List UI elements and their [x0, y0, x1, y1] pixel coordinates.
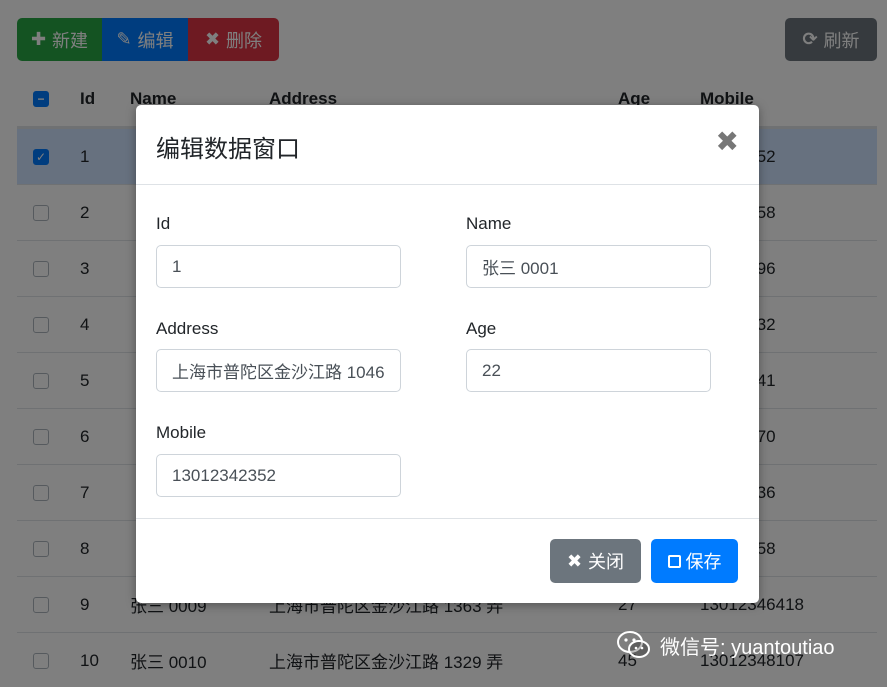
mobile-input[interactable]	[156, 454, 401, 497]
close-icon[interactable]: ✖	[716, 125, 739, 158]
age-input[interactable]	[466, 349, 711, 392]
name-input[interactable]	[466, 245, 711, 288]
floppy-icon	[667, 554, 681, 568]
save-button-label: 保存	[685, 552, 722, 572]
close-button[interactable]: ✖ 关闭	[550, 539, 641, 583]
modal-title: 编辑数据窗口	[156, 136, 300, 163]
address-label: Address	[156, 319, 219, 338]
mobile-label: Mobile	[156, 423, 207, 442]
wechat-watermark: 微信号: yuantoutiao	[616, 628, 835, 662]
edit-modal: 编辑数据窗口 ✖ Id Name Address Age Mobile ✖ 关闭…	[136, 105, 759, 603]
address-input[interactable]	[156, 349, 401, 392]
data-table-page: ✚ 新建 ✎ 编辑 ✖ 删除 ⟳ 刷新 − Id Name Address Ag…	[0, 0, 887, 687]
id-label: Id	[156, 214, 171, 233]
age-label: Age	[466, 319, 497, 338]
name-label: Name	[466, 214, 512, 233]
times-icon: ✖	[566, 550, 583, 571]
close-button-label: 关闭	[588, 552, 625, 572]
watermark-text: 微信号: yuantoutiao	[660, 636, 835, 659]
save-button[interactable]: 保存	[651, 539, 738, 583]
id-input[interactable]	[156, 245, 401, 288]
wechat-icon	[616, 630, 652, 660]
modal-header: 编辑数据窗口 ✖	[136, 105, 759, 185]
